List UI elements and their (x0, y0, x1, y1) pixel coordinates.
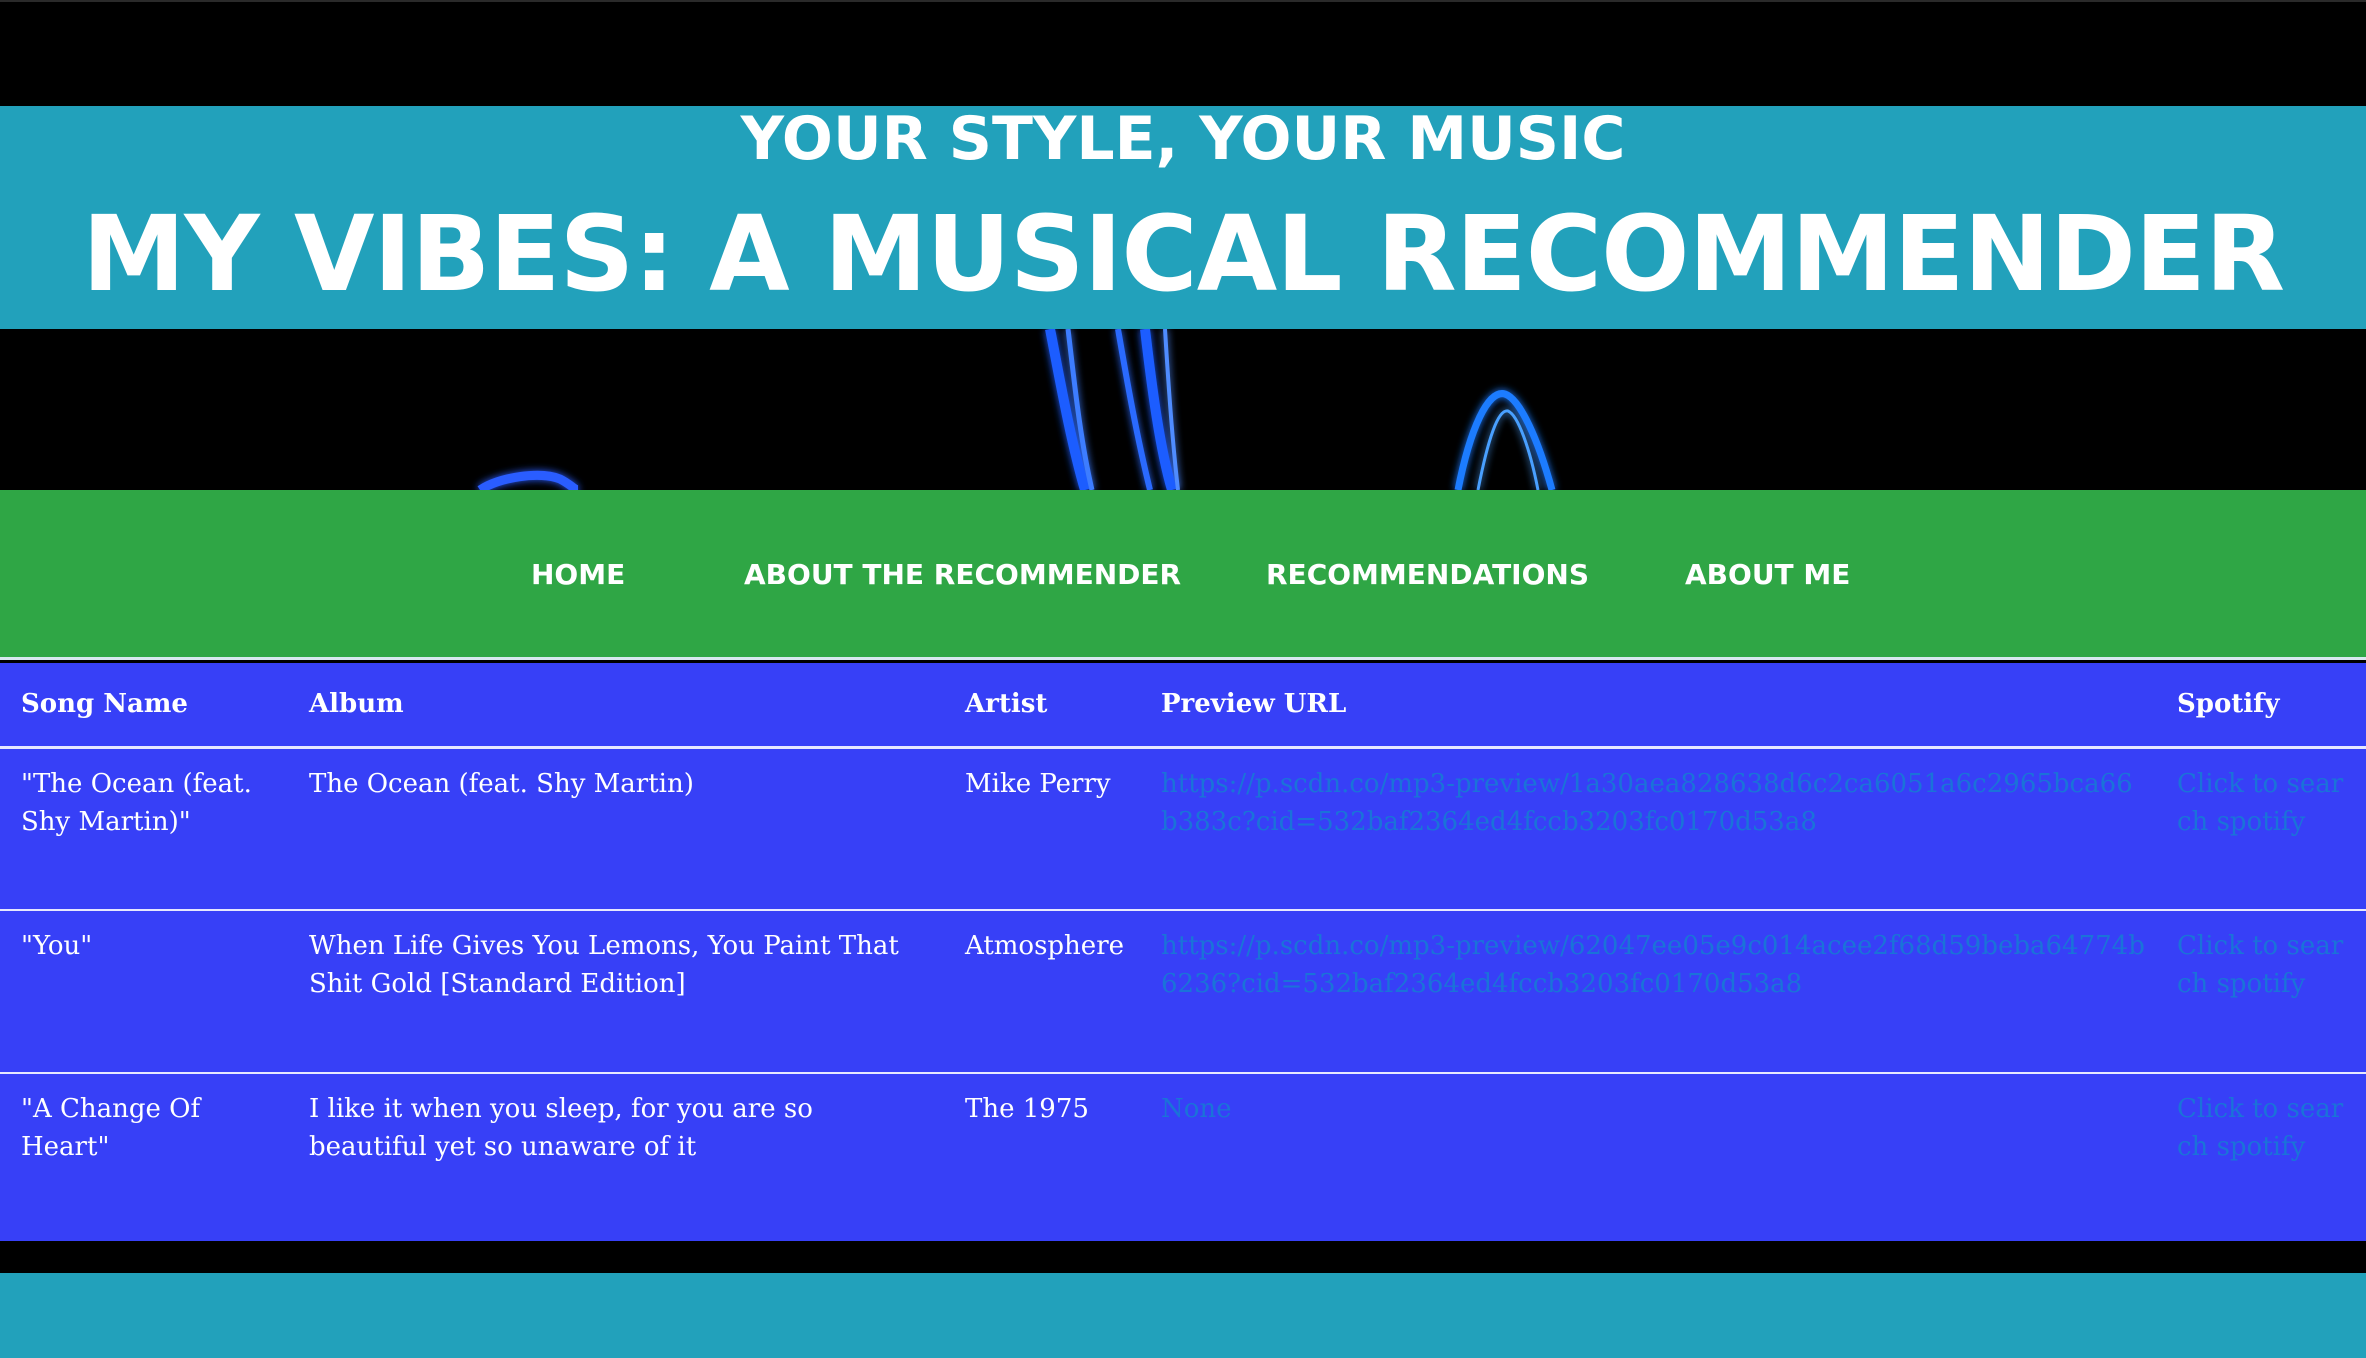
top-spacer (0, 0, 2366, 106)
sound-wave-graphic (477, 329, 1556, 490)
preview-url-link[interactable]: https://p.scdn.co/mp3-preview/1a30aea828… (1161, 769, 2133, 837)
recommendations-table: Song Name Album Artist Preview URL Spoti… (0, 663, 2366, 1236)
site-footer (0, 1273, 2366, 1358)
spotify-cell: Click to search spotify (2156, 747, 2366, 911)
site-tagline: YOUR STYLE, YOUR MUSIC (740, 104, 1626, 174)
spotify-cell: Click to search spotify (2156, 910, 2366, 1074)
column-header-artist: Artist (944, 663, 1140, 749)
hero-sound-wave-image (0, 329, 2366, 490)
table-row: "You" When Life Gives You Lemons, You Pa… (0, 910, 2366, 1074)
preview-url-cell: https://p.scdn.co/mp3-preview/62047ee05e… (1140, 910, 2156, 1074)
preview-url-cell: https://p.scdn.co/mp3-preview/1a30aea828… (1140, 747, 2156, 911)
page: YOUR STYLE, YOUR MUSIC MY VIBES: A MUSIC… (0, 0, 2366, 1358)
site-title: MY VIBES: A MUSICAL RECOMMENDER (81, 193, 2285, 315)
table-header-row: Song Name Album Artist Preview URL Spoti… (0, 663, 2366, 749)
bottom-spacer (0, 1241, 2366, 1273)
spotify-cell: Click to search spotify (2156, 1073, 2366, 1236)
table-row: "A Change Of Heart" I like it when you s… (0, 1073, 2366, 1236)
column-header-preview-url: Preview URL (1140, 663, 2156, 749)
preview-url-link[interactable]: https://p.scdn.co/mp3-preview/62047ee05e… (1161, 931, 2145, 999)
spotify-search-link[interactable]: Click to search spotify (2177, 1094, 2343, 1162)
table-row: "The Ocean (feat. Shy Martin)" The Ocean… (0, 747, 2366, 911)
song-name-cell: "You" (0, 910, 288, 1074)
spotify-search-link[interactable]: Click to search spotify (2177, 931, 2343, 999)
nav-about-me[interactable]: ABOUT ME (1685, 558, 1850, 591)
song-name-cell: "A Change Of Heart" (21, 1094, 201, 1162)
preview-url-link[interactable]: None (1161, 1094, 1232, 1124)
recommendations-table-container: Song Name Album Artist Preview URL Spoti… (0, 663, 2366, 1241)
album-cell: The Ocean (feat. Shy Martin) (288, 747, 944, 911)
nav-home[interactable]: HOME (531, 558, 625, 591)
column-header-album: Album (288, 663, 944, 749)
nav-about-the-recommender[interactable]: ABOUT THE RECOMMENDER (744, 558, 1181, 591)
artist-cell: Atmosphere (944, 910, 1140, 1074)
spotify-search-link[interactable]: Click to search spotify (2177, 769, 2343, 837)
main-navigation: HOME ABOUT THE RECOMMENDER RECOMMENDATIO… (0, 490, 2366, 660)
album-cell: I like it when you sleep, for you are so… (309, 1094, 813, 1162)
artist-cell: Mike Perry (944, 747, 1140, 911)
album-cell: When Life Gives You Lemons, You Paint Th… (288, 910, 944, 1074)
song-name-cell: "The Ocean (feat. Shy Martin)" (0, 747, 288, 911)
column-header-song-name: Song Name (0, 663, 288, 749)
column-header-spotify: Spotify (2156, 663, 2366, 749)
site-header: YOUR STYLE, YOUR MUSIC MY VIBES: A MUSIC… (0, 106, 2366, 329)
artist-cell: The 1975 (965, 1094, 1089, 1124)
preview-url-cell: None (1140, 1073, 2156, 1236)
nav-recommendations[interactable]: RECOMMENDATIONS (1266, 558, 1589, 591)
